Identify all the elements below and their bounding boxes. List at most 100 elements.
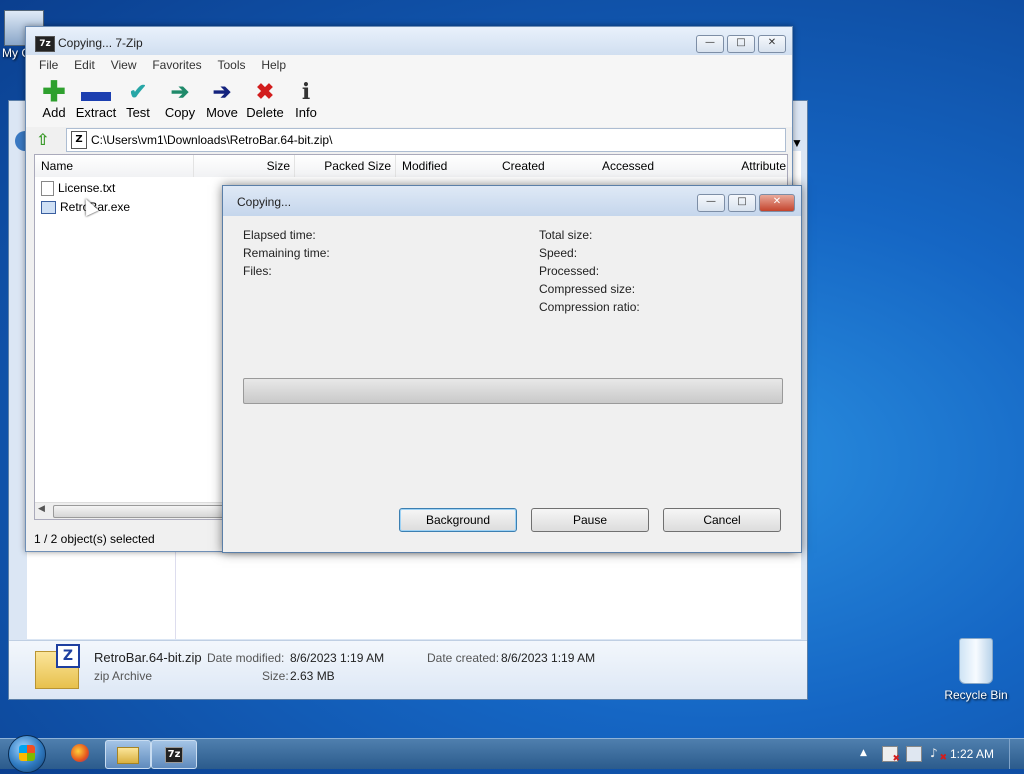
menu-edit[interactable]: Edit (68, 55, 101, 75)
speed-label: Speed: (539, 246, 578, 260)
minimize-icon: — (705, 37, 715, 48)
scroll-thumb[interactable] (53, 505, 231, 518)
path-dropdown-button[interactable]: ▼ (767, 131, 803, 150)
menu-file[interactable]: File (33, 55, 64, 75)
compressed-size-label: Compressed size: (539, 282, 636, 296)
close-icon: ✕ (772, 196, 782, 207)
column-modified[interactable]: Modified (396, 155, 497, 177)
test-button[interactable]: ✔ Test (114, 79, 162, 120)
remaining-time-label: Remaining time: (243, 246, 330, 260)
zip-folder-icon: Z (35, 644, 80, 689)
dialog-body: Elapsed time: Remaining time: Files: Tot… (231, 216, 793, 544)
path-input[interactable]: Z C:\Users\vm1\Downloads\RetroBar.64-bit… (66, 128, 803, 152)
scroll-left-icon: ◀ (38, 504, 45, 514)
taskbar-7zip[interactable]: 7z (151, 740, 197, 769)
add-label: Add (42, 105, 66, 120)
compression-ratio-label: Compression ratio: (539, 300, 640, 314)
extract-label: Extract (75, 105, 117, 120)
details-file-type: zip Archive (94, 669, 153, 683)
details-date-modified-label: Date modified: (207, 651, 285, 665)
volume-icon[interactable]: ♪ ✖ (930, 746, 947, 763)
clock[interactable]: 1:22 AM (950, 747, 994, 761)
processed-label: Processed: (539, 264, 600, 278)
system-tray: ▲ ✖ ♪ ✖ 1:22 AM (834, 739, 1024, 769)
maximize-icon: □ (737, 196, 747, 207)
alert-x-icon: ✖ (892, 754, 900, 764)
total-size-label: Total size: (539, 228, 593, 242)
details-file-name: RetroBar.64-bit.zip (94, 650, 202, 665)
taskbar-explorer[interactable] (105, 740, 151, 769)
dialog-close-button[interactable]: ✕ (759, 194, 795, 212)
up-arrow-icon: ⇧ (36, 130, 50, 149)
mute-x-icon: ✖ (939, 753, 947, 763)
add-button[interactable]: ✚ Add (30, 76, 78, 121)
path-text: C:\Users\vm1\Downloads\RetroBar.64-bit.z… (91, 133, 333, 147)
desktop-icon-label: Recycle Bin (944, 688, 1008, 702)
info-label: Info (295, 105, 317, 120)
network-icon[interactable] (906, 746, 922, 762)
file-name: License.txt (58, 181, 116, 195)
address-bar: ⇧ Z C:\Users\vm1\Downloads\RetroBar.64-b… (32, 128, 803, 152)
cancel-button[interactable]: Cancel (663, 508, 781, 532)
list-item[interactable]: License.txt (41, 179, 115, 197)
status-text: 1 / 2 object(s) selected (34, 532, 155, 546)
maximize-button[interactable]: □ (727, 35, 755, 53)
check-icon: ✔ (128, 79, 148, 104)
menu-bar: File Edit View Favorites Tools Help (26, 55, 792, 75)
taskbar-firefox[interactable] (58, 740, 102, 767)
up-folder-button[interactable]: ⇧ (36, 130, 56, 149)
column-attributes[interactable]: Attribute (696, 155, 787, 177)
progress-bar (243, 378, 783, 404)
dialog-maximize-button[interactable]: □ (728, 194, 756, 212)
extract-button[interactable]: ▬ Extract (72, 75, 120, 121)
background-button[interactable]: Background (399, 508, 517, 532)
window-title: Copying... 7-Zip (58, 36, 143, 50)
copy-button[interactable]: ➔ Copy (156, 79, 204, 120)
desktop-icon-recycle-bin[interactable]: Recycle Bin (940, 638, 1012, 702)
column-name[interactable]: Name (35, 155, 194, 177)
details-size: 2.63 MB (290, 669, 335, 683)
horizontal-scrollbar[interactable]: ◀ (35, 502, 235, 519)
plus-icon: ✚ (42, 76, 66, 107)
toolbar: ✚ Add ▬ Extract ✔ Test ➔ Copy ➔ Move ✖ D… (26, 75, 792, 127)
dialog-minimize-button[interactable]: — (697, 194, 725, 212)
info-button[interactable]: i Info (282, 79, 330, 120)
dialog-title-bar[interactable]: Copying... — □ ✕ (223, 186, 801, 216)
copy-arrow-icon: ➔ (170, 79, 190, 104)
column-packed-size[interactable]: Packed Size (295, 155, 396, 177)
close-icon: ✕ (767, 37, 777, 48)
minimize-button[interactable]: — (696, 35, 724, 53)
minus-icon: ▬ (81, 75, 111, 108)
details-date-modified: 8/6/2023 1:19 AM (290, 651, 385, 665)
info-icon: i (301, 79, 311, 105)
column-accessed[interactable]: Accessed (596, 155, 697, 177)
details-date-created-label: Date created: (427, 651, 500, 665)
menu-tools[interactable]: Tools (212, 55, 252, 75)
action-center-icon[interactable]: ✖ (882, 746, 900, 764)
close-button[interactable]: ✕ (758, 35, 786, 53)
text-file-icon (41, 181, 54, 197)
details-pane: Z RetroBar.64-bit.zip zip Archive Date m… (9, 640, 807, 699)
menu-help[interactable]: Help (255, 55, 292, 75)
zip-file-icon: Z (71, 131, 87, 149)
zip-badge: Z (56, 644, 80, 668)
menu-view[interactable]: View (105, 55, 143, 75)
move-label: Move (206, 105, 238, 120)
menu-favorites[interactable]: Favorites (146, 55, 207, 75)
chevron-down-icon: ▼ (791, 136, 803, 150)
start-button[interactable] (8, 735, 46, 773)
column-size[interactable]: Size (194, 155, 295, 177)
folder-icon (117, 747, 139, 764)
firefox-icon (71, 744, 89, 762)
dialog-title: Copying... (237, 195, 292, 209)
show-hidden-icons-button[interactable]: ▲ (860, 748, 867, 758)
taskbar: 7z ▲ ✖ ♪ ✖ 1:22 AM (0, 735, 1024, 773)
move-button[interactable]: ➔ Move (198, 79, 246, 120)
pause-button[interactable]: Pause (531, 508, 649, 532)
recycle-bin-icon (959, 638, 993, 684)
column-created[interactable]: Created (496, 155, 597, 177)
details-date-created: 8/6/2023 1:19 AM (501, 651, 596, 665)
test-label: Test (126, 105, 150, 120)
show-desktop-button[interactable] (1009, 739, 1024, 769)
exe-file-icon (41, 201, 56, 215)
